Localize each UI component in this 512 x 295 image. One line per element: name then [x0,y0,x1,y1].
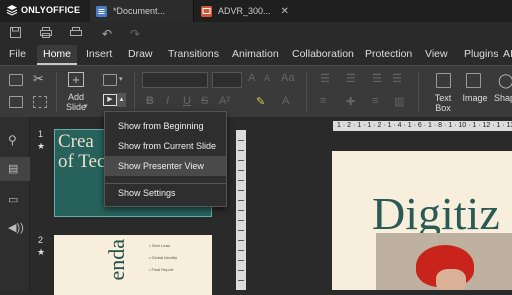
toolbar-separator [418,72,419,112]
tab-presentation-label: ADVR_300... [218,6,271,16]
bullets-icon[interactable]: ☰ [320,72,330,85]
thumbnail-bullet: • Global Identity [149,255,178,260]
copy-icon[interactable] [9,74,23,86]
thumbnail-bullet: • Tech Lead [149,243,170,248]
thumbnail-title-line: Crea [58,131,94,152]
shape-icon[interactable]: ◯ [498,72,512,89]
numbering-icon[interactable]: ☰ [346,72,356,85]
menu-file[interactable]: File [9,48,26,60]
line-spacing-icon[interactable]: ≡ [372,95,378,107]
bold-icon[interactable]: B [146,95,154,107]
toolbar-separator [56,72,57,112]
chevron-down-icon[interactable]: ▾ [84,102,88,110]
save-icon[interactable] [10,27,21,41]
slide-number: 2 [38,235,44,245]
star-icon: ★ [37,247,46,257]
photo-face [436,269,466,290]
cut-icon[interactable]: ✂ [33,71,44,87]
highlight-icon[interactable]: ✎ [256,95,265,108]
text-box-icon[interactable] [436,73,451,88]
menu-item-show-from-beginning[interactable]: Show from Beginning [105,116,226,136]
menu-insert[interactable]: Insert [86,48,112,60]
start-slideshow-icon[interactable]: ▶ [103,94,117,106]
redo-icon[interactable]: ↷ [130,27,140,41]
vertical-ruler [236,130,246,290]
tab-document[interactable]: *Document... [90,0,194,22]
star-icon: ★ [37,141,46,151]
title-bar: ONLYOFFICE *Document... ADVR_300... ✕ [0,0,512,22]
toolbar-separator [134,72,135,112]
slide-layout-icon[interactable] [103,74,117,86]
underline-icon[interactable]: U [183,95,191,107]
print-icon[interactable] [40,27,52,41]
thumbnail-title-line: of Tec [58,151,106,172]
slide-editor-canvas[interactable]: Digitiz [246,131,512,290]
increase-indent-icon[interactable]: ☰ [392,72,402,85]
decrease-indent-icon[interactable]: ☰ [372,72,382,85]
superscript-icon[interactable]: A² [219,95,230,107]
font-size-field[interactable] [212,72,242,88]
close-tab-icon[interactable]: ✕ [281,6,289,17]
menu-plugins[interactable]: Plugins [464,48,498,60]
quick-print-icon[interactable] [70,27,82,41]
document-icon [96,5,107,17]
undo-icon[interactable]: ↶ [102,27,112,41]
menu-home[interactable]: Home [37,45,78,65]
home-toolbar: ✂ + Add Slide ▾ ▾ ▶ ▴ A A Aa B I U S A² … [0,65,512,117]
menu-item-show-presenter-view[interactable]: Show Presenter View [105,156,226,176]
menu-animation[interactable]: Animation [232,48,279,60]
paste-icon[interactable] [9,96,23,108]
current-slide[interactable]: Digitiz [332,151,512,290]
image-icon[interactable] [466,73,481,88]
align-left-icon[interactable]: ≡ [320,95,326,107]
slideshow-dropdown-menu: Show from Beginning Show from Current Sl… [104,111,227,207]
menu-draw[interactable]: Draw [128,48,153,60]
left-sidebar: ⚲ ▤ ▭ ◀)) [0,117,30,290]
presentation-icon [201,5,212,17]
slide-photo[interactable] [376,233,512,290]
comments-icon[interactable]: ▭ [8,193,18,206]
select-all-icon[interactable] [33,96,47,108]
search-icon[interactable]: ⚲ [8,133,17,147]
slideshow-dropdown-arrow[interactable]: ▴ [117,93,126,107]
horizontal-ruler: 1 · 2 · 1 · 1 · 2 · 1 · 4 · 1 · 6 · 1 · … [333,121,512,131]
columns-icon[interactable]: ▥ [394,95,404,108]
increase-font-icon[interactable]: A [248,72,255,84]
tab-document-label: *Document... [113,6,166,16]
menu-collaboration[interactable]: Collaboration [292,48,354,60]
menu-bar: File Home Insert Draw Transitions Animat… [0,43,512,65]
slide-thumbnail-2[interactable]: enda • Tech Lead • Global Identity • Fin… [54,235,212,295]
thumbnail-bullet: • Final Report [149,267,174,272]
image-button[interactable]: Image [460,93,490,103]
slide-number: 1 [38,129,44,139]
font-name-field[interactable] [142,72,208,88]
add-slide-icon[interactable]: + [68,72,84,87]
tab-presentation[interactable]: ADVR_300... ✕ [196,0,300,22]
decrease-font-icon[interactable]: A [264,73,270,83]
font-color-icon[interactable]: A [282,95,289,107]
speaker-icon[interactable]: ◀)) [8,221,24,234]
quick-access-bar: ↶ ↷ [0,22,512,43]
menu-protection[interactable]: Protection [365,48,412,60]
app-name: ONLYOFFICE [21,5,81,15]
onlyoffice-logo-icon [6,5,18,16]
menu-view[interactable]: View [425,48,448,60]
italic-icon[interactable]: I [166,95,169,107]
strikethrough-icon[interactable]: S [201,95,208,107]
menu-ai[interactable]: AI [503,48,512,60]
vertical-align-icon[interactable]: ✚ [346,95,355,108]
text-box-button[interactable]: Text Box [428,93,458,113]
menu-transitions[interactable]: Transitions [168,48,219,60]
chevron-down-icon[interactable]: ▾ [119,75,123,83]
change-case-icon[interactable]: Aa [281,72,294,84]
thumbnail-vertical-title: enda [104,239,129,281]
menu-item-show-settings[interactable]: Show Settings [105,183,226,203]
slides-icon[interactable]: ▤ [8,162,18,175]
app-logo: ONLYOFFICE [6,4,80,16]
toolbar-separator [306,72,307,112]
menu-item-show-from-current-slide[interactable]: Show from Current Slide [105,136,226,156]
shape-button[interactable]: Shap [494,93,512,103]
